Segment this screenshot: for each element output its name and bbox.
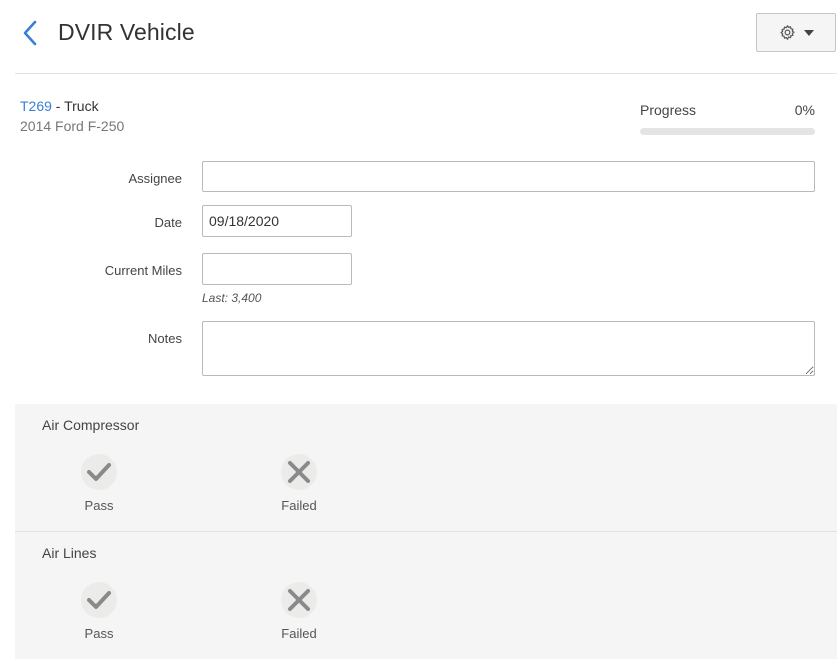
x-icon: [288, 589, 310, 611]
vehicle-id-link[interactable]: T269: [20, 98, 52, 114]
gear-icon: [779, 25, 795, 40]
pass-label: Pass: [84, 498, 114, 513]
progress-label: Progress: [640, 102, 697, 118]
current-miles-input[interactable]: [202, 253, 352, 285]
progress-value: 0%: [794, 102, 815, 118]
back-button[interactable]: [19, 19, 41, 47]
chevron-left-icon: [23, 20, 37, 46]
inspection-item: Air Compressor Pass Failed: [15, 404, 837, 532]
failed-label: Failed: [281, 498, 317, 513]
failed-label: Failed: [281, 626, 317, 641]
x-icon: [288, 461, 310, 483]
vehicle-info: T269 - Truck 2014 Ford F-250: [20, 98, 124, 134]
current-miles-label: Current Miles: [104, 263, 182, 278]
progress-section: Progress 0%: [640, 102, 815, 135]
last-miles-hint: Last: 3,400: [202, 291, 262, 305]
settings-dropdown-button[interactable]: [756, 13, 836, 52]
checkmark-icon: [87, 463, 111, 481]
date-input[interactable]: [202, 205, 352, 237]
pass-button[interactable]: Pass: [69, 582, 129, 641]
pass-button[interactable]: Pass: [69, 454, 129, 513]
pass-label: Pass: [84, 626, 114, 641]
progress-bar: [640, 128, 815, 135]
notes-textarea[interactable]: [202, 321, 815, 376]
vehicle-type: - Truck: [51, 98, 99, 114]
page-header: DVIR Vehicle: [15, 0, 837, 74]
notes-label: Notes: [148, 331, 182, 346]
failed-button[interactable]: Failed: [269, 454, 329, 513]
date-label: Date: [154, 215, 182, 230]
assignee-input[interactable]: [202, 161, 815, 192]
inspection-item-title: Air Compressor: [42, 417, 140, 433]
caret-down-icon: [803, 29, 814, 36]
inspection-item: Air Lines Pass Failed: [15, 531, 837, 659]
page-title: DVIR Vehicle: [58, 19, 195, 45]
assignee-label: Assignee: [128, 171, 182, 186]
inspection-item-title: Air Lines: [42, 545, 97, 561]
checkmark-icon: [87, 591, 111, 609]
vehicle-description: 2014 Ford F-250: [20, 118, 125, 134]
failed-button[interactable]: Failed: [269, 582, 329, 641]
